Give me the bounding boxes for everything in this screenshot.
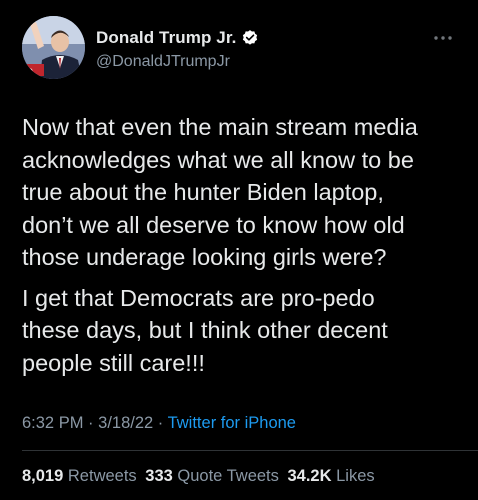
- tweet-time[interactable]: 6:32 PM: [22, 414, 83, 432]
- meta-separator: ·: [157, 414, 164, 432]
- tweet-paragraph: Now that even the main stream media ackn…: [22, 114, 418, 270]
- tweet-paragraph: I get that Democrats are pro-pedo these …: [22, 284, 388, 376]
- author-handle[interactable]: @DonaldJTrumpJr: [96, 53, 259, 71]
- verified-badge-icon: [241, 29, 259, 47]
- likes-label: Likes: [336, 467, 375, 485]
- quote-tweets-stat[interactable]: 333 Quote Tweets: [145, 467, 279, 485]
- likes-count: 34.2K: [287, 467, 332, 485]
- tweet-text: Now that even the main stream media ackn…: [22, 111, 462, 379]
- retweets-stat[interactable]: 8,019 Retweets: [22, 467, 137, 485]
- retweets-label: Retweets: [67, 467, 137, 485]
- profile-photo-icon: VO: [22, 16, 85, 79]
- tweet-source-link[interactable]: Twitter for iPhone: [168, 414, 296, 432]
- quote-tweets-label: Quote Tweets: [177, 467, 279, 485]
- author-block: Donald Trump Jr. @DonaldJTrumpJr: [96, 28, 259, 71]
- divider: [22, 450, 478, 451]
- tweet-stats: 8,019 Retweets 333 Quote Tweets 34.2K Li…: [22, 467, 379, 486]
- author-name-row: Donald Trump Jr.: [96, 28, 259, 48]
- meta-separator: ·: [88, 414, 94, 432]
- more-options-icon[interactable]: [432, 30, 454, 40]
- tweet-date[interactable]: 3/18/22: [98, 414, 153, 432]
- likes-stat[interactable]: 34.2K Likes: [288, 467, 375, 485]
- svg-text:VO: VO: [24, 69, 33, 75]
- quote-tweets-count: 333: [145, 467, 173, 485]
- avatar[interactable]: VO: [22, 16, 85, 79]
- retweets-count: 8,019: [22, 467, 64, 485]
- tweet-meta: 6:32 PM · 3/18/22 · Twitter for iPhone: [22, 414, 296, 433]
- tweet-card: VO Donald Trump Jr. @DonaldJTrumpJr Now …: [0, 0, 478, 500]
- author-display-name[interactable]: Donald Trump Jr.: [96, 28, 236, 48]
